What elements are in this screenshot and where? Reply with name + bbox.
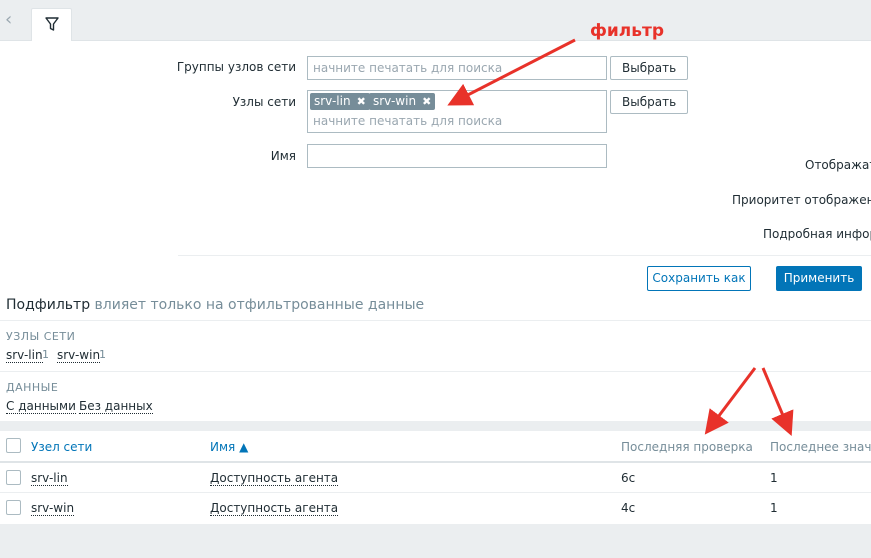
subfilter-title: Подфильтр влияет только на отфильтрованн… <box>6 297 425 313</box>
close-icon[interactable]: ✖ <box>357 95 366 108</box>
table-row: srv-lin Доступность агента 6с 1 <box>0 461 871 492</box>
column-host[interactable]: Узел сети <box>31 440 92 454</box>
close-icon[interactable]: ✖ <box>422 95 431 108</box>
host-tag[interactable]: srv-win ✖ <box>369 93 436 110</box>
column-name[interactable]: Имя ▲ <box>210 440 248 454</box>
chevron-left-icon[interactable]: ‹ <box>5 10 19 30</box>
host-groups-label: Группы узлов сети <box>176 60 296 74</box>
subfilter-host-count: 1 <box>42 348 49 361</box>
subfilter-host-link[interactable]: srv-win <box>57 348 101 363</box>
apply-button[interactable]: Применить <box>776 266 862 291</box>
annotation-filter-label: фильтр <box>590 21 665 41</box>
subfilter-note: влияет только на отфильтрованные данные <box>94 297 425 313</box>
subfilter-hosts-heading: УЗЛЫ СЕТИ <box>6 330 76 343</box>
host-link[interactable]: srv-lin <box>31 471 68 486</box>
host-groups-input[interactable]: начните печатать для поиска <box>307 56 607 80</box>
name-label: Имя <box>270 149 296 163</box>
select-all-checkbox[interactable] <box>6 438 21 453</box>
host-tag[interactable]: srv-lin ✖ <box>310 93 370 110</box>
hosts-placeholder: начните печатать для поиска <box>313 114 503 128</box>
divider <box>0 320 871 321</box>
subfilter-host-count: 1 <box>99 348 106 361</box>
filter-icon <box>45 17 59 31</box>
name-input[interactable] <box>307 144 607 168</box>
subfilter-with-data-link[interactable]: С данными <box>6 399 76 414</box>
hosts-select-button[interactable]: Выбрать <box>610 90 689 114</box>
save-as-button[interactable]: Сохранить как <box>647 266 751 291</box>
column-last-check: Последняя проверка <box>621 440 753 454</box>
tab-bar: ‹ <box>0 0 871 41</box>
show-label: Отображать <box>805 158 871 172</box>
last-check-value: 4с <box>621 501 636 515</box>
tab-filter[interactable] <box>31 8 72 41</box>
row-checkbox[interactable] <box>6 500 21 515</box>
last-check-value: 6с <box>621 471 636 485</box>
filter-panel: Группы узлов сети начните печатать для п… <box>0 40 871 421</box>
hosts-label: Узлы сети <box>232 95 296 109</box>
subfilter-without-data-link[interactable]: Без данных <box>79 399 153 414</box>
row-checkbox[interactable] <box>6 470 21 485</box>
last-value: 1 <box>770 471 778 485</box>
items-table: Узел сети Имя ▲ Последняя проверка После… <box>0 431 871 524</box>
host-groups-select-button[interactable]: Выбрать <box>610 56 689 80</box>
host-link[interactable]: srv-win <box>31 501 75 516</box>
column-last-value: Последнее значен <box>770 440 871 454</box>
last-value: 1 <box>770 501 778 515</box>
subfilter-host-link[interactable]: srv-lin <box>6 348 43 363</box>
subfilter-data-heading: ДАННЫЕ <box>6 381 59 394</box>
display-priority-label: Приоритет отображения <box>732 193 871 207</box>
item-name-link[interactable]: Доступность агента <box>210 471 339 486</box>
divider <box>0 371 871 372</box>
hosts-input[interactable]: srv-lin ✖ srv-win ✖ начните печатать для п… <box>307 90 607 133</box>
item-name-link[interactable]: Доступность агента <box>210 501 339 516</box>
table-row: srv-win Доступность агента 4с 1 <box>0 492 871 523</box>
divider <box>178 255 871 256</box>
details-label: Подробная информ <box>763 227 871 241</box>
